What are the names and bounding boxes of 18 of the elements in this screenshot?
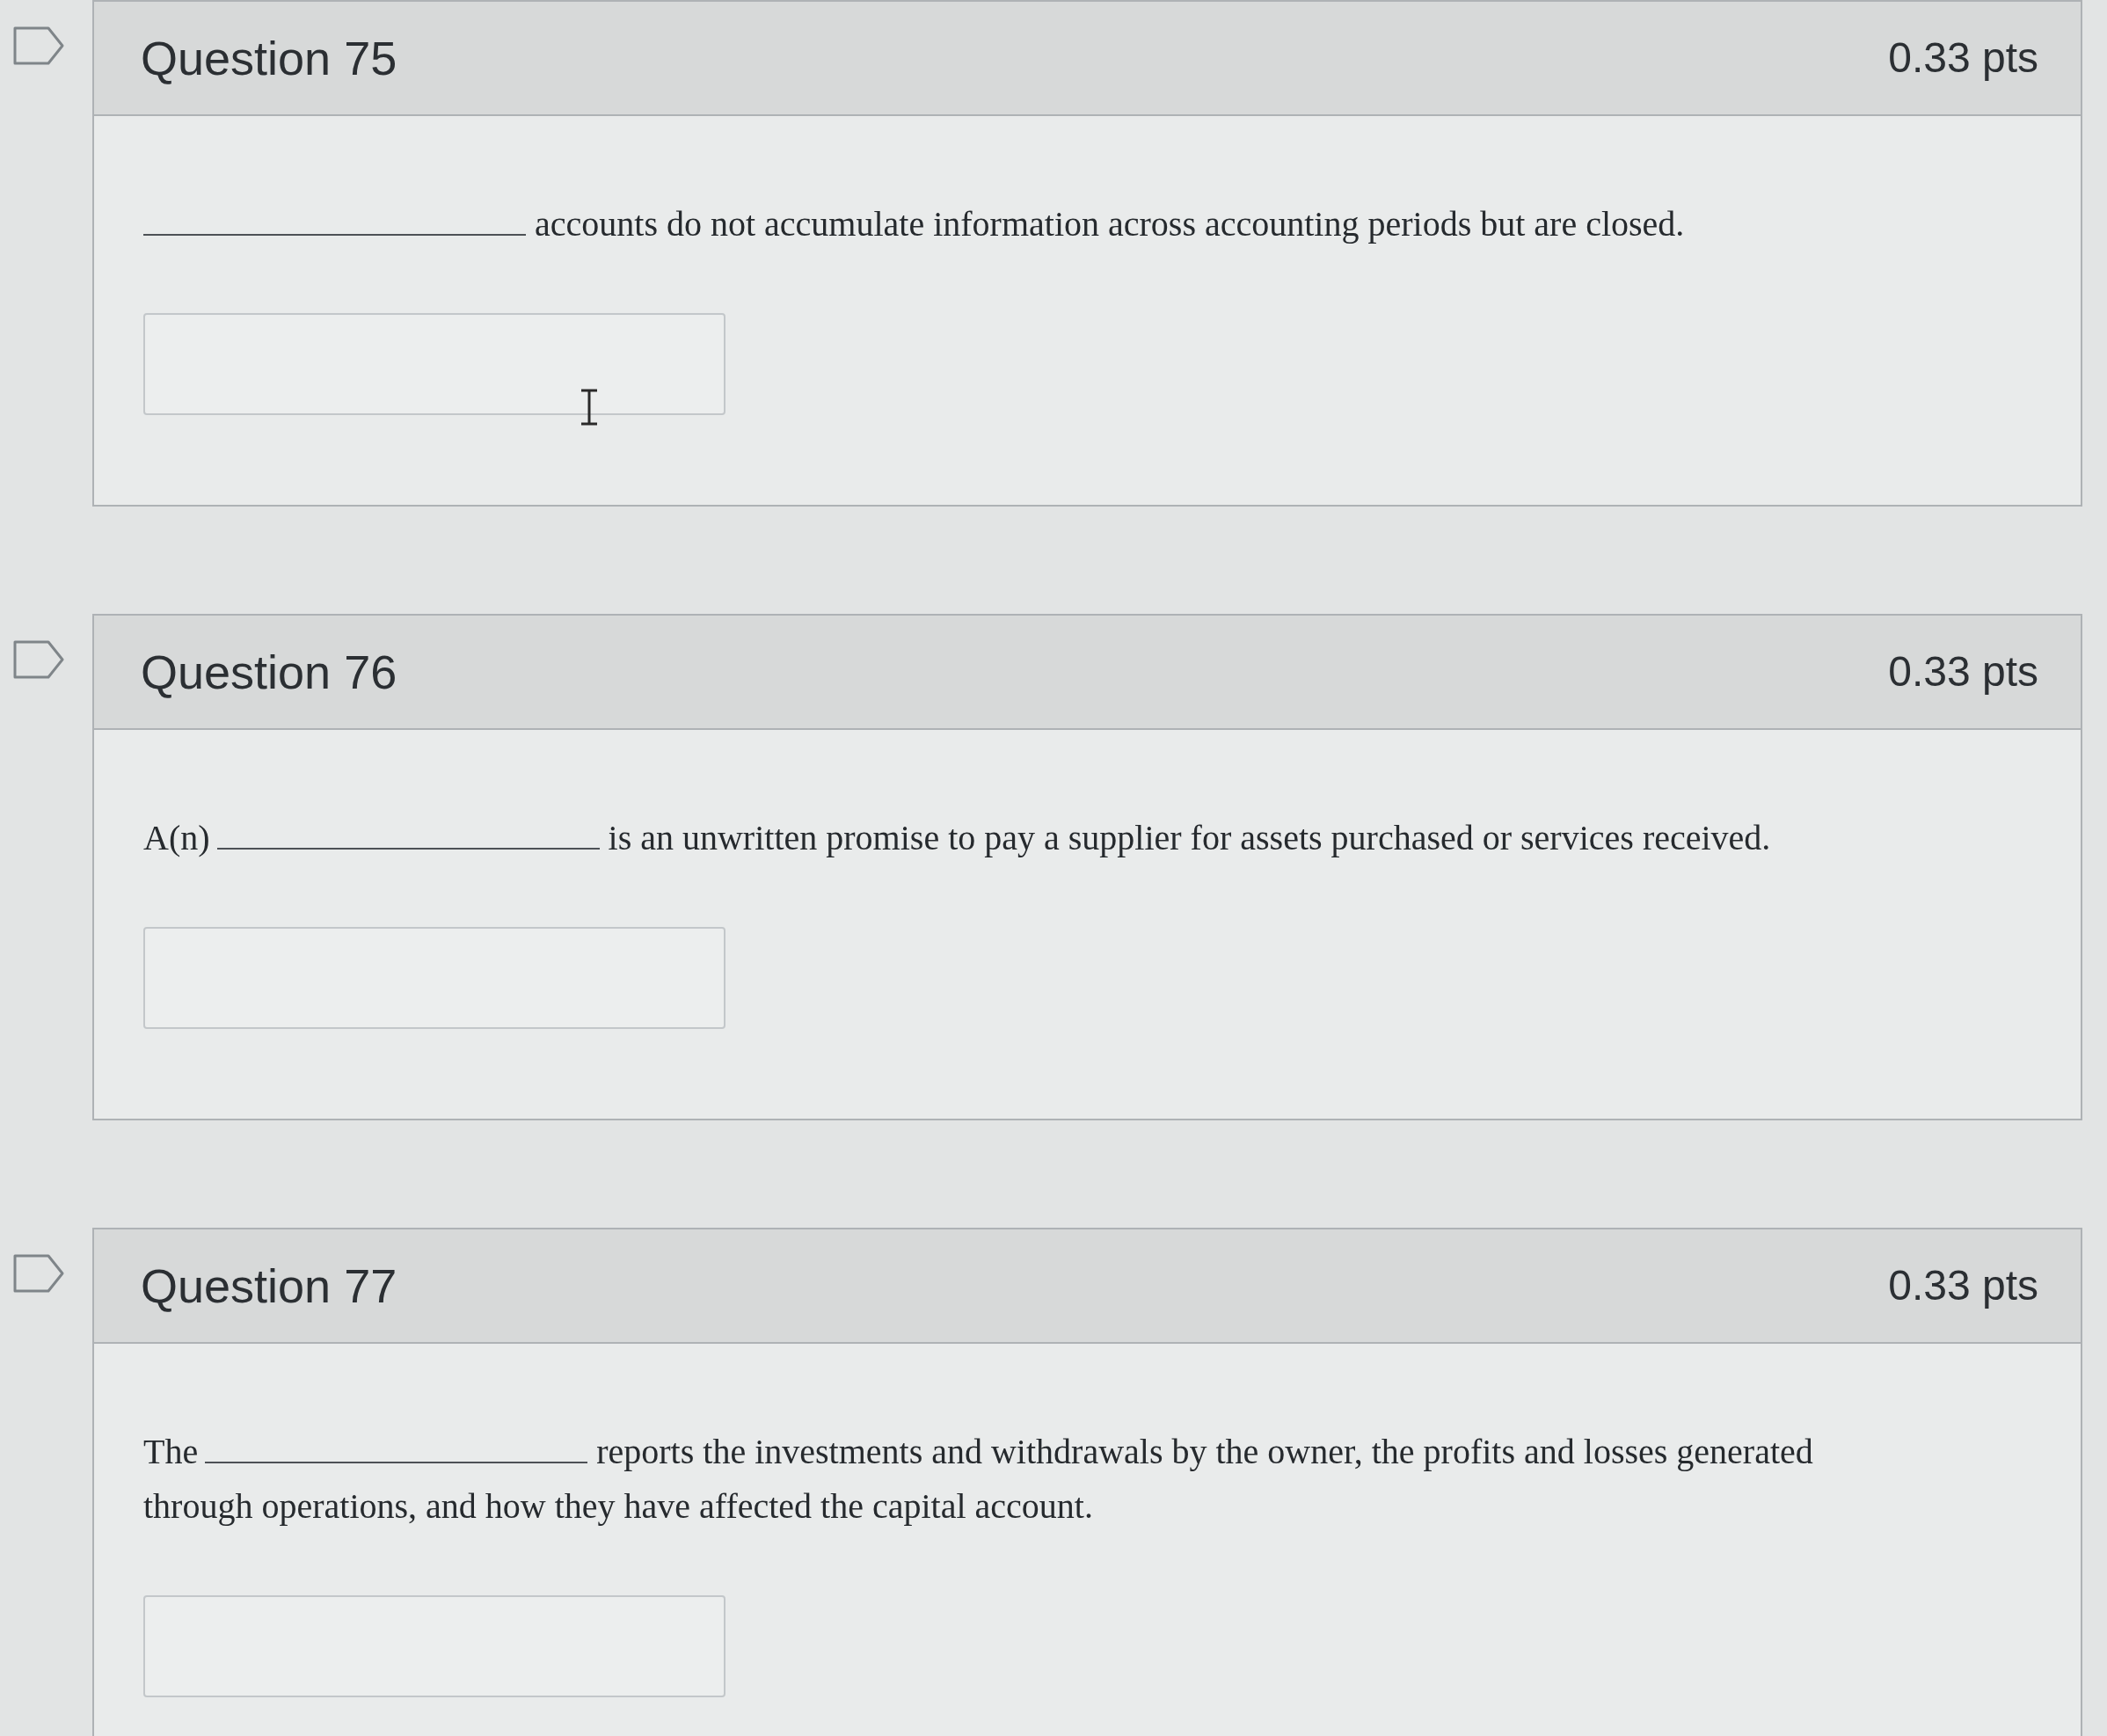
question-text: is an unwritten promise to pay a supplier for assets purchased or services received. <box>608 818 1771 857</box>
question-text: The <box>143 1432 199 1471</box>
answer-field[interactable] <box>143 313 725 415</box>
question-text: through operations, and how they have affected the capital account. <box>143 1486 1093 1526</box>
question-title: Question 76 <box>141 644 397 700</box>
answer-field[interactable] <box>143 927 725 1029</box>
points-label: 0.33 pts <box>1888 1261 2038 1311</box>
flag-icon[interactable] <box>13 1254 64 1293</box>
flag-icon[interactable] <box>13 26 64 65</box>
question-text: accounts do not accumulate information across accounting periods but are closed. <box>535 204 1685 244</box>
question-title: Question 77 <box>141 1258 397 1314</box>
answer-field[interactable] <box>143 1595 725 1697</box>
points-label: 0.33 pts <box>1888 647 2038 697</box>
points-label: 0.33 pts <box>1888 33 2038 84</box>
question-title: Question 75 <box>141 30 397 86</box>
question-text: A(n) <box>143 818 210 857</box>
question-text: reports the investments and withdrawals by the owner, the profits and losses generated <box>596 1432 1813 1471</box>
flag-icon[interactable] <box>13 640 64 679</box>
